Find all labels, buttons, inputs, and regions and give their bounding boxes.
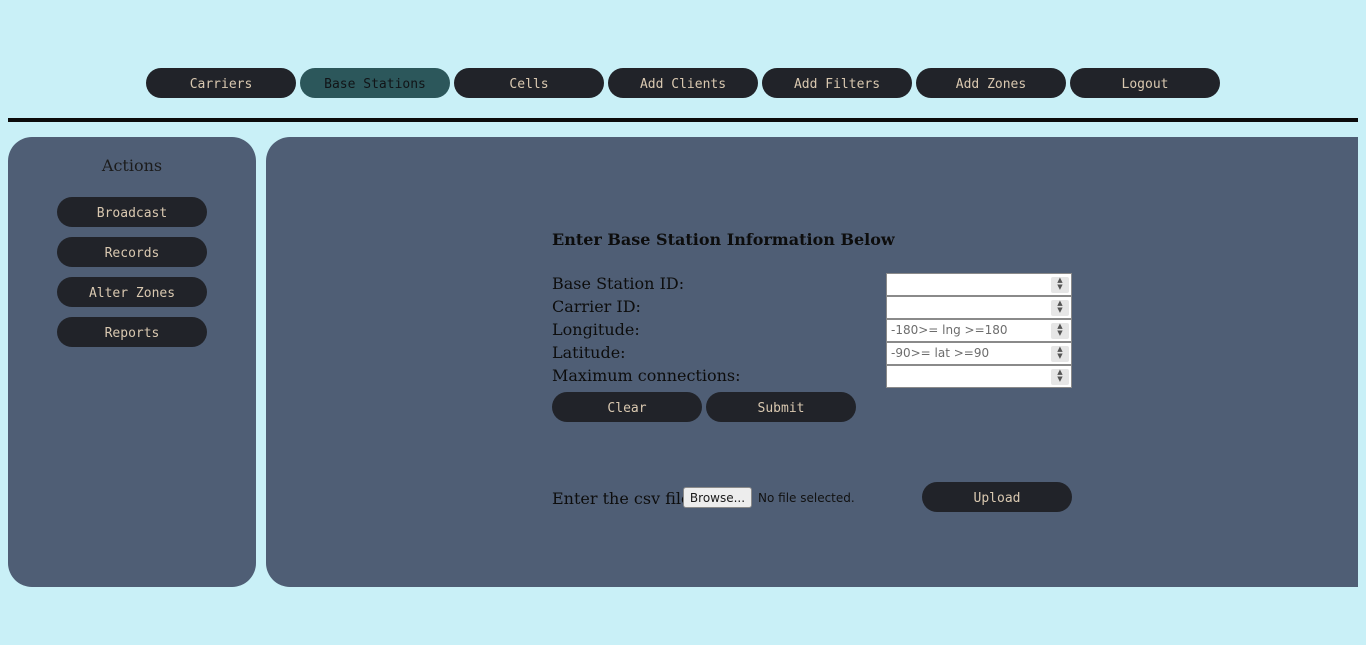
longitude-placeholder: -180>= lng >=180 — [891, 323, 1008, 337]
longitude-input[interactable]: -180>= lng >=180 ▲ ▼ — [886, 319, 1072, 342]
file-status-text: No file selected. — [758, 491, 855, 505]
main-panel: Enter Base Station Information Below Bas… — [266, 137, 1358, 587]
nav-add-zones-button[interactable]: Add Zones — [916, 68, 1066, 98]
nav-add-filters-button[interactable]: Add Filters — [762, 68, 912, 98]
nav-carriers-button[interactable]: Carriers — [146, 68, 296, 98]
nav-cells-button[interactable]: Cells — [454, 68, 604, 98]
longitude-label: Longitude: — [552, 320, 640, 339]
broadcast-button[interactable]: Broadcast — [57, 197, 207, 227]
max-connections-input[interactable]: ▲ ▼ — [886, 365, 1072, 388]
spinner-icon[interactable]: ▲ ▼ — [1051, 346, 1069, 362]
reports-button[interactable]: Reports — [57, 317, 207, 347]
spinner-icon[interactable]: ▲ ▼ — [1051, 277, 1069, 293]
nav-base-stations-button[interactable]: Base Stations — [300, 68, 450, 98]
top-navigation: Carriers Base Stations Cells Add Clients… — [146, 68, 1220, 98]
spinner-icon[interactable]: ▲ ▼ — [1051, 300, 1069, 316]
spinner-icon[interactable]: ▲ ▼ — [1051, 369, 1069, 385]
spinner-icon[interactable]: ▲ ▼ — [1051, 323, 1069, 339]
browse-button[interactable]: Browse... — [683, 487, 752, 508]
upload-button[interactable]: Upload — [922, 482, 1072, 512]
clear-button[interactable]: Clear — [552, 392, 702, 422]
base-station-id-input[interactable]: ▲ ▼ — [886, 273, 1072, 296]
submit-button[interactable]: Submit — [706, 392, 856, 422]
csv-file-label: Enter the csv file — [552, 489, 691, 508]
base-station-id-label: Base Station ID: — [552, 274, 685, 293]
form-heading: Enter Base Station Information Below — [552, 230, 895, 249]
latitude-placeholder: -90>= lat >=90 — [891, 346, 990, 360]
records-button[interactable]: Records — [57, 237, 207, 267]
nav-add-clients-button[interactable]: Add Clients — [608, 68, 758, 98]
latitude-input[interactable]: -90>= lat >=90 ▲ ▼ — [886, 342, 1072, 365]
nav-logout-button[interactable]: Logout — [1070, 68, 1220, 98]
alter-zones-button[interactable]: Alter Zones — [57, 277, 207, 307]
carrier-id-input[interactable]: ▲ ▼ — [886, 296, 1072, 319]
carrier-id-label: Carrier ID: — [552, 297, 641, 316]
sidebar-actions: Broadcast Records Alter Zones Reports — [57, 197, 207, 347]
sidebar-title: Actions — [101, 156, 163, 175]
latitude-label: Latitude: — [552, 343, 626, 362]
actions-sidebar: Actions Broadcast Records Alter Zones Re… — [8, 137, 256, 587]
max-connections-label: Maximum connections: — [552, 366, 741, 385]
header-divider — [8, 118, 1358, 122]
